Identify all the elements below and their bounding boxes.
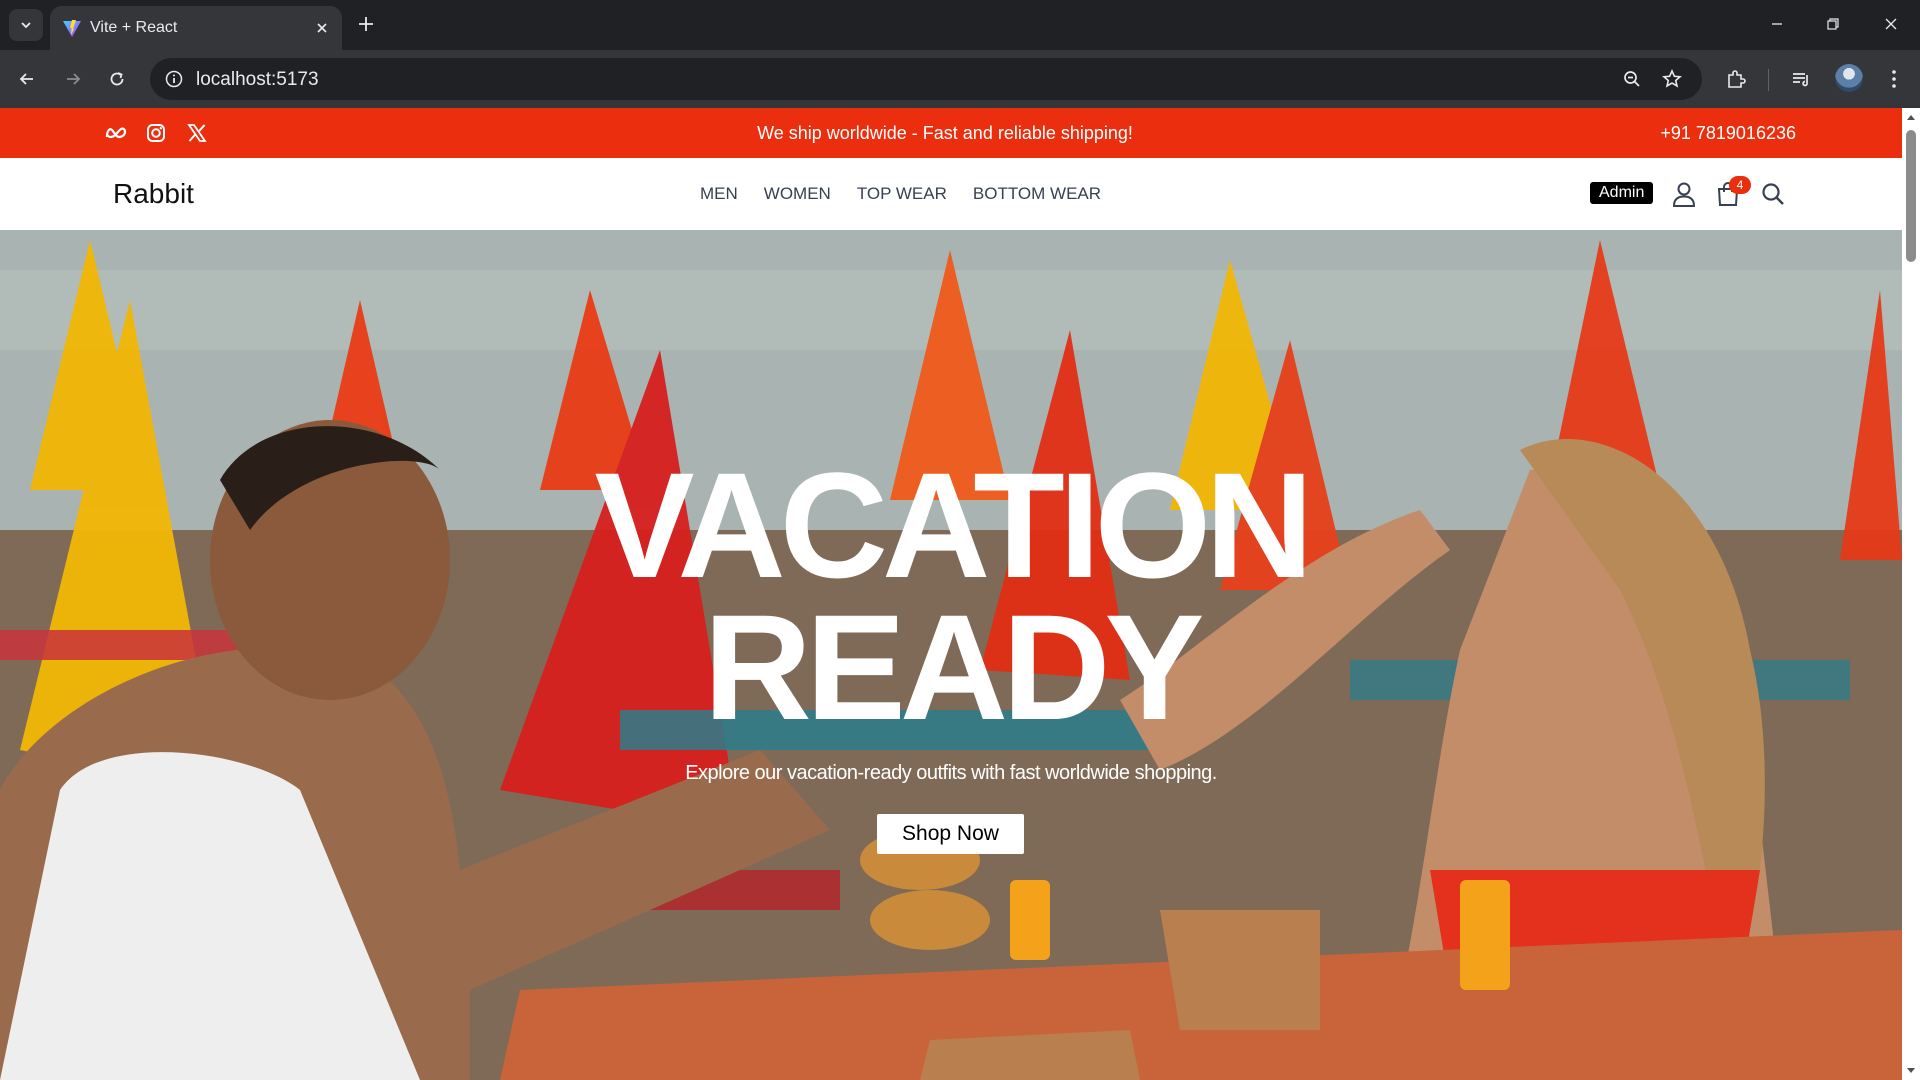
hero-subtitle: Explore our vacation-ready outfits with … — [685, 762, 1217, 784]
nav-link-bottom-wear[interactable]: BOTTOM WEAR — [973, 184, 1101, 204]
new-tab-button[interactable] — [352, 10, 380, 38]
search-button[interactable] — [1759, 180, 1787, 208]
vite-favicon-icon — [63, 20, 81, 37]
browser-tabstrip: Vite + React — [0, 0, 1920, 50]
hero-title-line2: READY — [703, 583, 1204, 751]
user-icon — [1672, 182, 1696, 207]
hero-title-line1: VACATION — [594, 441, 1313, 609]
scroll-down-arrow[interactable] — [1906, 1066, 1916, 1076]
admin-button[interactable]: Admin — [1590, 182, 1654, 204]
star-icon — [1662, 69, 1682, 88]
info-icon — [165, 70, 183, 88]
back-button[interactable] — [11, 63, 43, 95]
media-queue-icon — [1793, 73, 1808, 87]
tab-search-button[interactable] — [9, 9, 43, 41]
plus-icon — [359, 17, 373, 31]
restore-button[interactable] — [1810, 6, 1856, 42]
page-viewport: We ship worldwide - Fast and reliable sh… — [0, 108, 1920, 1080]
minimize-button[interactable] — [1754, 6, 1800, 42]
nav-link-top-wear[interactable]: TOP WEAR — [857, 184, 947, 204]
tab-title: Vite + React — [90, 19, 178, 36]
puzzle-icon — [1728, 70, 1746, 88]
media-controls-button[interactable] — [1787, 65, 1815, 93]
browser-menu-button[interactable] — [1880, 65, 1908, 93]
address-bar[interactable]: localhost:5173 — [150, 58, 1702, 100]
site-logo[interactable]: Rabbit — [113, 178, 194, 210]
close-icon — [317, 23, 327, 33]
nav-link-men[interactable]: MEN — [700, 184, 738, 204]
search-icon — [1762, 183, 1784, 205]
zoom-button[interactable] — [1620, 67, 1644, 91]
arrow-left-icon — [19, 73, 33, 85]
browser-toolbar: localhost:5173 — [0, 50, 1920, 108]
site-info-button[interactable] — [162, 67, 186, 91]
tab-close-button[interactable] — [310, 16, 334, 40]
zoom-out-icon — [1624, 71, 1640, 87]
restore-icon — [1827, 18, 1839, 30]
nav-link-women[interactable]: WOMEN — [764, 184, 831, 204]
chevron-down-icon — [21, 22, 31, 29]
forward-button[interactable] — [57, 63, 89, 95]
arrow-right-icon — [67, 73, 81, 85]
toolbar-divider — [1768, 69, 1769, 91]
profile-avatar[interactable] — [1835, 64, 1863, 92]
browser-tab[interactable]: Vite + React — [50, 6, 342, 50]
reload-icon — [110, 72, 124, 86]
announcement-bar: We ship worldwide - Fast and reliable sh… — [0, 108, 1902, 158]
phone-number[interactable]: +91 7819016236 — [1660, 123, 1796, 144]
close-window-icon — [1885, 18, 1897, 30]
triangle-up-icon — [1907, 115, 1915, 120]
close-window-button[interactable] — [1868, 6, 1914, 42]
hero-section: VACATION READY Explore our vacation-read… — [0, 230, 1902, 1080]
minimize-icon — [1772, 23, 1782, 25]
url-text[interactable]: localhost:5173 — [196, 69, 319, 91]
scroll-up-arrow[interactable] — [1906, 112, 1916, 122]
kebab-menu-icon — [1892, 70, 1896, 88]
extensions-button[interactable] — [1722, 65, 1750, 93]
reload-button[interactable] — [101, 63, 133, 95]
cart-count-badge: 4 — [1729, 176, 1751, 194]
shipping-message: We ship worldwide - Fast and reliable sh… — [757, 123, 1133, 143]
main-menu: MEN WOMEN TOP WEAR BOTTOM WEAR — [700, 184, 1101, 204]
profile-button[interactable] — [1670, 180, 1698, 208]
hero-content: VACATION READY Explore our vacation-read… — [0, 230, 1902, 1080]
triangle-down-icon — [1907, 1068, 1915, 1073]
scroll-thumb[interactable] — [1906, 130, 1916, 262]
shop-now-button[interactable]: Shop Now — [877, 814, 1024, 854]
page-scrollbar[interactable] — [1902, 108, 1920, 1080]
bookmark-button[interactable] — [1660, 67, 1684, 91]
site-navbar: Rabbit MEN WOMEN TOP WEAR BOTTOM WEAR Ad… — [0, 158, 1902, 230]
